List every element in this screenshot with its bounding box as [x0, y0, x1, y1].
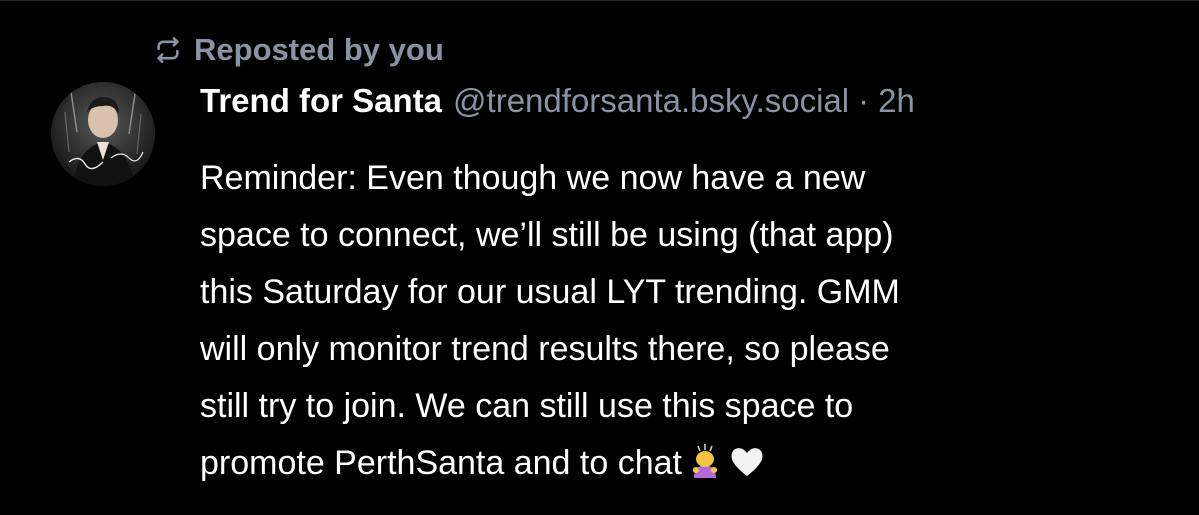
- post-text-line: will only monitor trend results there, s…: [200, 330, 890, 368]
- post-text-line: this Saturday for our usual LYT trending…: [200, 273, 900, 311]
- repost-indicator[interactable]: Reposted by you: [154, 30, 444, 70]
- avatar[interactable]: [51, 82, 155, 186]
- post-timestamp[interactable]: 2h: [878, 82, 915, 120]
- author-display-name[interactable]: Trend for Santa: [200, 82, 442, 120]
- post-text-line-last: promote PerthSanta and to chat: [200, 435, 1140, 492]
- post-text-line: space to connect, we’ll still be using (…: [200, 216, 894, 254]
- repost-label: Reposted by you: [194, 32, 444, 67]
- white-heart-emoji: [728, 441, 766, 479]
- post[interactable]: Trend for Santa @trendforsanta.bsky.soci…: [200, 82, 1180, 492]
- post-text: Reminder: Even though we now have a new …: [200, 150, 1140, 492]
- header-separator: ·: [858, 82, 870, 119]
- post-text-line: still try to join. We can still use this…: [200, 387, 854, 425]
- post-text-line: Reminder: Even though we now have a new: [200, 159, 866, 197]
- top-divider: [0, 0, 1199, 1]
- post-header: Trend for Santa @trendforsanta.bsky.soci…: [200, 82, 1180, 128]
- avatar-image: [51, 82, 155, 186]
- post-text-line: promote PerthSanta and to chat: [200, 444, 682, 482]
- person-bowing-emoji: [686, 441, 724, 479]
- repost-icon: [154, 36, 182, 64]
- author-handle[interactable]: @trendforsanta.bsky.social: [453, 82, 849, 120]
